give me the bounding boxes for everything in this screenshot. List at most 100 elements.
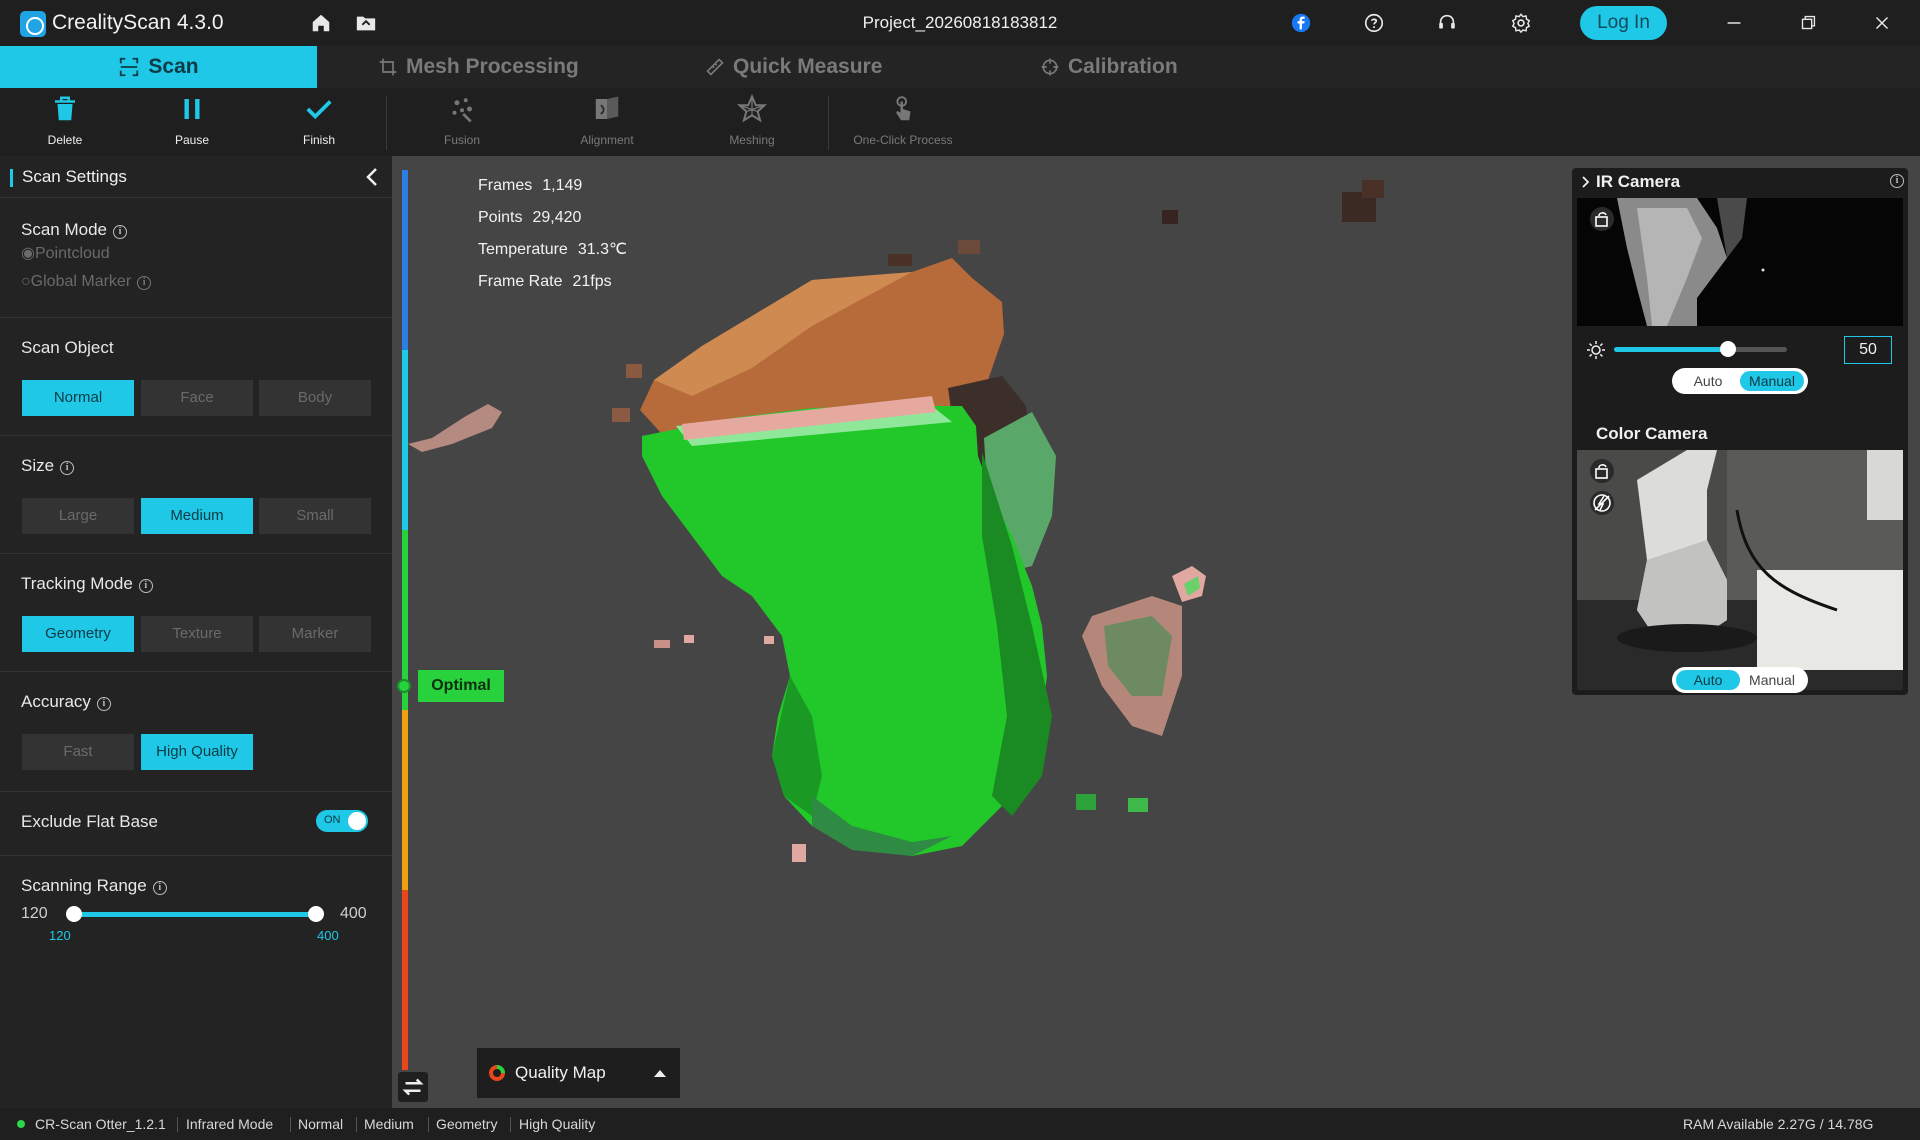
toolbar-divider <box>386 96 387 150</box>
restore-icon[interactable] <box>1797 12 1819 34</box>
status-scan-mode: Infrared Mode <box>186 1116 274 1132</box>
status-bar: CR-Scan Otter_1.2.1 Infrared Mode Normal… <box>0 1108 1920 1140</box>
status-tracking: Geometry <box>436 1116 498 1132</box>
range-track[interactable] <box>74 912 316 917</box>
toolbar-divider <box>828 96 829 150</box>
app-title: CrealityScan 4.3.0 <box>52 11 224 34</box>
info-icon[interactable]: i <box>113 225 127 239</box>
exclude-flat-base-section: Exclude Flat Base ON <box>0 792 392 856</box>
rotate-view-icon[interactable] <box>1589 458 1615 484</box>
scanning-range-label: Scanning Range <box>21 876 147 895</box>
info-icon[interactable]: i <box>60 461 75 475</box>
fusion-button[interactable]: Fusion <box>407 94 517 147</box>
brightness-slider-handle[interactable] <box>1720 341 1736 357</box>
one-click-process-button[interactable]: One-Click Process <box>848 94 958 147</box>
facebook-icon[interactable] <box>1290 12 1312 34</box>
delete-button[interactable]: Delete <box>10 94 120 147</box>
ruler-icon <box>706 58 724 77</box>
size-label: Size <box>21 456 55 475</box>
tracking-geometry[interactable]: Geometry <box>22 616 134 652</box>
scan-object-title: Scan Object <box>21 338 114 357</box>
alignment-icon <box>595 96 619 119</box>
status-size: Medium <box>364 1116 414 1132</box>
scan-object-face[interactable]: Face <box>141 380 253 416</box>
info-icon[interactable]: i <box>138 579 153 593</box>
info-icon[interactable]: i <box>152 881 167 895</box>
accuracy-fast[interactable]: Fast <box>22 734 134 770</box>
size-small[interactable]: Small <box>259 498 371 534</box>
color-manual-option[interactable]: Manual <box>1740 670 1804 690</box>
ir-auto-manual-toggle[interactable]: Auto Manual <box>1672 368 1808 394</box>
one-click-label: One-Click Process <box>853 133 953 147</box>
toggle-state: ON <box>324 814 341 826</box>
range-low-handle[interactable] <box>66 906 82 922</box>
status-divider <box>290 1117 291 1132</box>
folder-icon[interactable] <box>355 12 377 34</box>
radio-global-marker[interactable]: ○Global Marker i <box>21 273 152 291</box>
pause-button[interactable]: Pause <box>137 94 247 147</box>
scanning-range-title: Scanning Range i <box>21 876 167 896</box>
info-icon[interactable]: i <box>96 697 111 711</box>
settings-gear-icon[interactable] <box>1510 12 1532 34</box>
support-headset-icon[interactable] <box>1436 12 1458 34</box>
title-bar: CrealityScan 4.3.0 Project_2026081818381… <box>0 0 1920 46</box>
exclude-flat-base-title: Exclude Flat Base <box>21 812 159 831</box>
tab-mesh-processing[interactable]: Mesh Processing <box>378 46 579 88</box>
scan-frame-icon <box>120 58 139 77</box>
finish-button[interactable]: Finish <box>264 94 374 147</box>
size-medium[interactable]: Medium <box>141 498 253 534</box>
range-min: 120 <box>21 905 48 922</box>
tracking-marker[interactable]: Marker <box>259 616 371 652</box>
quality-map-icon <box>489 1065 505 1081</box>
ir-manual-option[interactable]: Manual <box>1740 371 1804 391</box>
tap-finger-icon <box>896 96 911 121</box>
color-camera-title: Color Camera <box>1596 424 1708 443</box>
tab-scan[interactable]: Scan <box>0 46 317 88</box>
accuracy-title: Accuracy i <box>21 692 111 712</box>
chevron-right-icon[interactable] <box>1580 174 1592 190</box>
help-icon[interactable] <box>1363 12 1385 34</box>
tab-quick-measure[interactable]: Quick Measure <box>705 46 882 88</box>
rotate-view-icon[interactable] <box>1589 206 1615 232</box>
fusion-label: Fusion <box>443 133 481 147</box>
info-icon[interactable]: i <box>137 276 152 290</box>
scan-object-section: Scan Object Normal Face Body <box>0 318 392 436</box>
scan-mode-title: Scan Mode i <box>21 220 127 240</box>
alignment-button[interactable]: Alignment <box>552 94 662 147</box>
range-high-value: 400 <box>317 928 339 943</box>
home-icon[interactable] <box>310 12 332 34</box>
exclude-flat-base-toggle[interactable]: ON <box>316 810 368 832</box>
login-button[interactable]: Log In <box>1580 6 1667 40</box>
range-max: 400 <box>340 905 367 922</box>
info-icon[interactable]: i <box>1890 174 1904 188</box>
radio-pointcloud[interactable]: ◉Pointcloud <box>21 243 110 263</box>
color-camera-view <box>1577 450 1903 690</box>
scan-object-normal[interactable]: Normal <box>22 380 134 416</box>
minimize-icon[interactable] <box>1723 12 1745 34</box>
tab-label: Quick Measure <box>733 55 883 78</box>
meshing-button[interactable]: Meshing <box>697 93 807 147</box>
brightness-input[interactable]: 50 <box>1844 336 1892 364</box>
flash-off-icon[interactable] <box>1589 490 1615 516</box>
swap-view-button[interactable] <box>398 1072 428 1102</box>
color-auto-option[interactable]: Auto <box>1676 670 1740 690</box>
delete-label: Delete <box>47 133 83 147</box>
pause-label: Pause <box>174 133 210 147</box>
tracking-mode-section: Tracking Mode i Geometry Texture Marker <box>0 554 392 672</box>
close-icon[interactable] <box>1871 12 1893 34</box>
ir-auto-option[interactable]: Auto <box>1676 371 1740 391</box>
tab-calibration[interactable]: Calibration <box>1040 46 1178 88</box>
header-accent-bar <box>10 169 13 187</box>
scan-settings-header: Scan Settings <box>0 156 392 198</box>
quality-map-dropdown[interactable]: Quality Map <box>477 1048 680 1098</box>
accuracy-high-quality[interactable]: High Quality <box>141 734 253 770</box>
ir-camera-view <box>1577 198 1903 326</box>
brightness-slider[interactable] <box>1614 347 1727 352</box>
tracking-texture[interactable]: Texture <box>141 616 253 652</box>
range-high-handle[interactable] <box>308 906 324 922</box>
collapse-chevron-icon[interactable] <box>364 166 380 188</box>
size-large[interactable]: Large <box>22 498 134 534</box>
alignment-label: Alignment <box>580 133 634 147</box>
scan-object-body[interactable]: Body <box>259 380 371 416</box>
color-auto-manual-toggle[interactable]: Auto Manual <box>1672 667 1808 693</box>
